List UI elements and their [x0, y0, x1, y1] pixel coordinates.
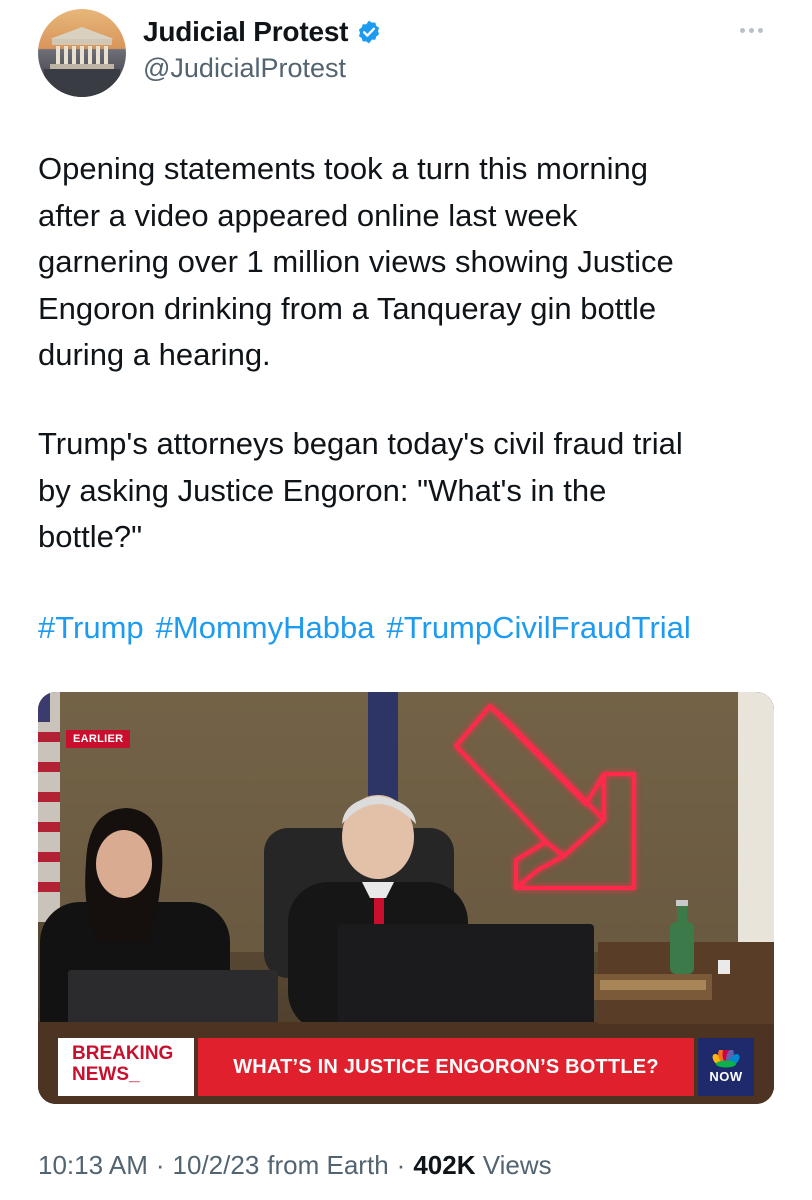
hashtag-link[interactable]: #MommyHabba — [156, 605, 375, 651]
news-headline: WHAT’S IN JUSTICE ENGORON’S BOTTLE? — [198, 1038, 694, 1096]
breaking-news-label: BREAKING NEWS_ — [58, 1038, 194, 1096]
views-label: Views — [482, 1150, 552, 1180]
network-logo: NOW — [698, 1038, 754, 1096]
view-count[interactable]: 402K Views — [413, 1150, 551, 1181]
tweet-time[interactable]: 10:13 AM — [38, 1150, 148, 1181]
breaking-line-2: NEWS_ — [72, 1064, 140, 1085]
earlier-tag: EARLIER — [66, 730, 131, 748]
more-options-icon[interactable] — [740, 20, 770, 40]
avatar[interactable] — [38, 9, 126, 97]
tweet-paragraph-1: Opening statements took a turn this morn… — [38, 151, 674, 372]
author-handle[interactable]: @JudicialProtest — [143, 53, 346, 84]
hashtag-link[interactable]: #TrumpCivilFraudTrial — [386, 605, 690, 651]
tweet-date[interactable]: 10/2/23 — [173, 1150, 260, 1181]
tweet-media-image[interactable]: EARLIER BREAKING NEWS_ WHAT’S IN JUSTICE… — [38, 692, 774, 1104]
views-number: 402K — [413, 1150, 476, 1180]
peacock-icon — [712, 1050, 740, 1068]
author-name-row[interactable]: Judicial Protest — [143, 14, 382, 50]
display-name[interactable]: Judicial Protest — [143, 16, 349, 48]
tweet-source: from Earth — [267, 1150, 389, 1180]
supreme-court-icon — [44, 27, 120, 97]
hashtags: #Trump #MommyHabba #TrumpCivilFraudTrial — [38, 605, 691, 651]
separator: · — [155, 1150, 165, 1180]
news-lower-third: BREAKING NEWS_ WHAT’S IN JUSTICE ENGORON… — [58, 1038, 754, 1096]
breaking-line-1: BREAKING — [72, 1043, 174, 1064]
tweet-paragraph-2: Trump's attorneys began today's civil fr… — [38, 426, 683, 554]
tweet-text: Opening statements took a turn this morn… — [38, 146, 778, 379]
hashtag-link[interactable]: #Trump — [38, 605, 144, 651]
verified-badge-icon — [359, 20, 380, 44]
separator: · — [396, 1150, 406, 1180]
tweet-meta: 10:13 AM · 10/2/23 from Earth · 402K Vie… — [38, 1150, 552, 1181]
network-badge-text: NOW — [709, 1069, 743, 1084]
